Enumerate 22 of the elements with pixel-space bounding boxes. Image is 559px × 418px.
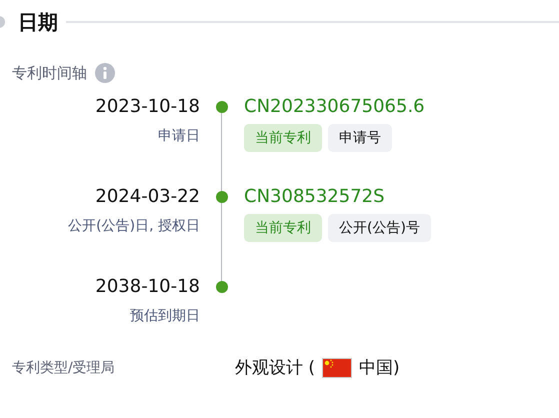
flag-icon	[322, 358, 352, 378]
patent-type-label: 专利类型/受理局	[11, 358, 116, 376]
timeline-dot	[216, 281, 228, 293]
section-title: 日期	[18, 8, 58, 36]
current-patent-tag: 当前专利	[244, 124, 322, 152]
patent-type-value: 外观设计 (	[235, 357, 316, 379]
event-date: 2023-10-18	[95, 95, 200, 119]
info-icon[interactable]	[95, 63, 115, 83]
event-caption: 公开(公告)日, 授权日	[68, 217, 200, 235]
patent-number-link[interactable]: CN308532572S	[244, 184, 385, 210]
timeline-dot	[216, 101, 228, 113]
event-caption: 预估到期日	[130, 307, 200, 325]
timeline-dot	[216, 191, 228, 203]
current-patent-tag: 当前专利	[244, 214, 322, 242]
event-caption: 申请日	[158, 127, 200, 145]
office-value: 中国)	[359, 357, 400, 379]
timeline-label: 专利时间轴	[12, 64, 87, 82]
patent-number-link[interactable]: CN202330675065.6	[244, 94, 425, 120]
event-date: 2038-10-18	[95, 275, 200, 299]
number-type-tag: 申请号	[328, 124, 392, 152]
number-type-tag: 公开(公告)号	[328, 214, 431, 242]
event-date: 2024-03-22	[95, 185, 200, 209]
